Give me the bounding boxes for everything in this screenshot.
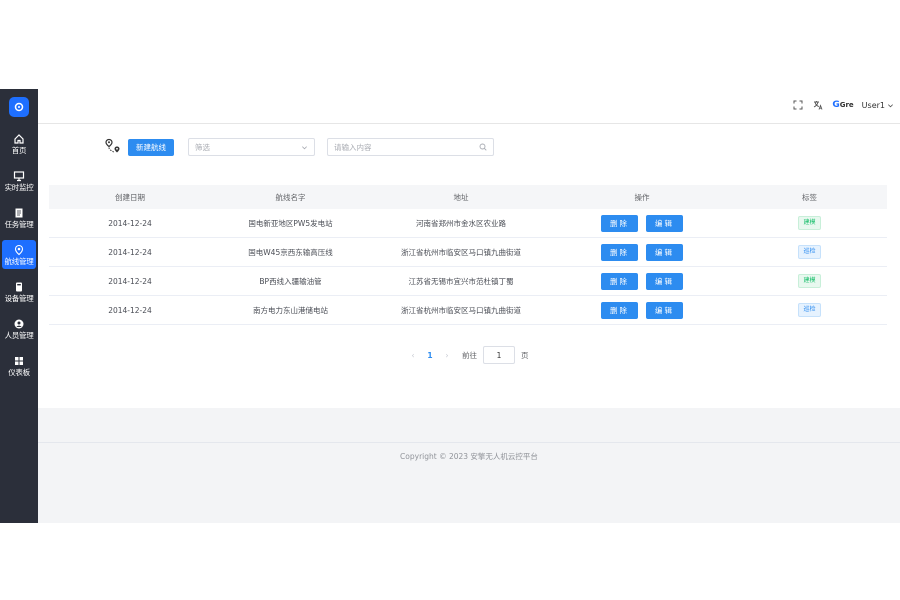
status-badge: 建模 [798,274,821,288]
page-suffix: 页 [521,350,529,360]
user-menu[interactable]: User1 [862,101,894,110]
route-map-icon [105,138,120,154]
footer-divider [38,442,900,443]
sidebar-item-label: 人员管理 [4,331,34,340]
new-route-button[interactable]: 新建航线 [128,138,174,156]
footer-copyright: Copyright © 2023 安擎无人机云控平台 [400,452,538,461]
cell-actions: 删除 编辑 [552,243,732,261]
app-logo [9,97,29,117]
sidebar-item-label: 仪表板 [8,368,30,377]
brand-logo: GGre [832,100,854,110]
home-icon [14,134,24,144]
sidebar-item-home[interactable]: 首页 [2,129,36,158]
sidebar-item-devices[interactable]: 设备管理 [2,277,36,306]
dashboard-icon [15,357,23,365]
cell-address: 河南省郑州市金水区农业路 [416,218,506,228]
cell-tag: 巡检 [732,245,887,259]
edit-button[interactable]: 编辑 [646,301,683,319]
route-icon [14,244,24,256]
table-row: 2014-12-24 BP西线入疆输油管 江苏省无锡市宜兴市范杜镇丁蜀 删除 编… [49,267,887,296]
column-header: 地址 [453,192,469,202]
column-header: 操作 [634,192,650,202]
cell-actions: 删除 编辑 [552,301,732,319]
edit-button[interactable]: 编辑 [646,243,683,261]
cell-route-name: 国电W45京西东输高压线 [248,247,333,257]
sidebar-item-routes[interactable]: 航线管理 [2,240,36,269]
delete-button[interactable]: 删除 [601,214,638,232]
cell-route-name: 南方电力东山港储电站 [253,305,328,315]
table-row: 2014-12-24 国电新亚地区PW5发电站 河南省郑州市金水区农业路 删除 … [49,209,887,238]
search-placeholder: 请输入内容 [334,142,372,152]
header-tools: GGre User1 [792,99,894,111]
cell-actions: 删除 编辑 [552,214,732,232]
chevron-down-icon [302,145,307,149]
cell-date: 2014-12-24 [108,276,152,286]
cell-route-name: 国电新亚地区PW5发电站 [248,218,333,228]
edit-button[interactable]: 编辑 [646,272,683,290]
cell-tag: 建模 [732,216,887,230]
sidebar-item-tasks[interactable]: 任务管理 [2,203,36,232]
cell-tag: 巡检 [732,303,887,317]
task-icon [15,208,23,218]
cell-date: 2014-12-24 [108,247,152,257]
main-area: GGre User1 新建航线 筛选 请输入内容 创建日期 航线名字 地址 操作… [38,89,900,523]
page-number-current[interactable]: 1 [420,351,440,360]
cell-date: 2014-12-24 [108,218,152,228]
fullscreen-icon[interactable] [792,99,804,111]
toolbar: 新建航线 筛选 请输入内容 [104,136,494,158]
sidebar-item-dashboard[interactable]: 仪表板 [2,351,36,380]
sidebar-item-label: 首页 [11,146,27,155]
cell-tag: 建模 [732,274,887,288]
sidebar-item-label: 航线管理 [4,257,34,266]
search-input[interactable]: 请输入内容 [327,138,494,156]
edit-button[interactable]: 编辑 [646,214,683,232]
table-row: 2014-12-24 南方电力东山港储电站 浙江省杭州市临安区马口镇九曲街道 删… [49,296,887,325]
user-icon [14,319,24,329]
sidebar: 首页 实时监控 任务管理 航线管理 设备管理 人员管理 仪表板 [0,89,38,523]
translate-icon[interactable] [812,99,824,111]
sidebar-item-label: 实时监控 [4,183,34,192]
goto-page-input[interactable]: 1 [483,346,515,364]
status-badge: 巡检 [798,245,821,259]
delete-button[interactable]: 删除 [601,272,638,290]
cell-address: 浙江省杭州市临安区马口镇九曲街道 [401,305,521,315]
delete-button[interactable]: 删除 [601,301,638,319]
prev-page-button[interactable]: ‹ [406,351,420,360]
device-icon [16,282,22,292]
sidebar-item-label: 任务管理 [4,220,34,229]
username-label: User1 [861,100,885,110]
table-header: 创建日期 航线名字 地址 操作 标签 [49,185,887,209]
delete-button[interactable]: 删除 [601,243,638,261]
search-icon [479,143,487,151]
cell-actions: 删除 编辑 [552,272,732,290]
sidebar-item-label: 设备管理 [4,294,34,303]
status-badge: 建模 [798,216,821,230]
sidebar-item-people[interactable]: 人员管理 [2,314,36,343]
goto-label: 前往 [462,350,477,360]
cell-address: 江苏省无锡市宜兴市范杜镇丁蜀 [408,276,514,286]
filter-select[interactable]: 筛选 [188,138,315,156]
status-badge: 巡检 [798,303,821,317]
column-header: 航线名字 [275,192,306,202]
content-panel: 新建航线 筛选 请输入内容 创建日期 航线名字 地址 操作 标签 2014-12… [38,124,900,461]
next-page-button[interactable]: › [440,351,454,360]
filter-placeholder: 筛选 [195,142,210,152]
sidebar-item-monitor[interactable]: 实时监控 [2,166,36,195]
routes-table: 创建日期 航线名字 地址 操作 标签 2014-12-24 国电新亚地区PW5发… [49,185,887,325]
cell-date: 2014-12-24 [108,305,152,315]
cell-route-name: BP西线入疆输油管 [259,276,322,286]
chevron-down-icon [888,103,893,107]
app-window: 首页 实时监控 任务管理 航线管理 设备管理 人员管理 仪表板 GGre Use… [0,89,900,523]
column-header: 标签 [802,192,817,202]
top-header: GGre User1 [38,89,900,124]
column-header: 创建日期 [115,192,145,202]
pagination: ‹ 1 › 前往 1 页 [406,346,529,364]
cell-address: 浙江省杭州市临安区马口镇九曲街道 [401,247,521,257]
monitor-icon [13,171,25,182]
table-row: 2014-12-24 国电W45京西东输高压线 浙江省杭州市临安区马口镇九曲街道… [49,238,887,267]
